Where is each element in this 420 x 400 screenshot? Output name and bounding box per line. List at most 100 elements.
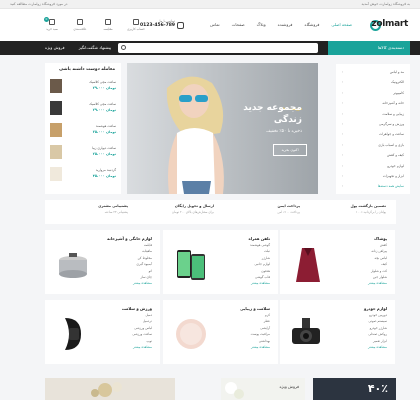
category-item[interactable]: ورزش و سرگرمی (379, 122, 404, 126)
category-card-link[interactable]: پیراهن زنانه (371, 249, 387, 253)
category-card-link[interactable]: لوازم جانبی (255, 262, 270, 266)
category-card-link[interactable]: کت و شلوار (371, 269, 387, 273)
category-card-link[interactable]: مخلوط کن (138, 256, 152, 260)
category-card-more-link[interactable]: مشاهده بیشتر (368, 281, 387, 285)
category-card-link[interactable]: اتو (149, 269, 152, 273)
nav-home[interactable]: صفحه اصلی (331, 22, 352, 27)
category-item[interactable]: ابزار و تجهیزات (383, 174, 404, 178)
category-card-link[interactable]: آبمیوه گیری (136, 262, 152, 266)
category-card-link[interactable]: ساعت ورزشی (132, 332, 152, 336)
special-item-price: ۲۵،۰۰۰ تومان (92, 152, 116, 156)
category-card-title[interactable]: ورزش و سلامت (122, 306, 152, 311)
category-item[interactable]: کامپیوتر (393, 91, 404, 95)
feature-free-shipping: ارسال و تحویل رایگان برای سفارش‌های بالای… (134, 204, 214, 214)
category-card-more-link[interactable]: مشاهده بیشتر (251, 345, 270, 349)
top-bar: در مورد فروشگاه زولمارت مطالعه کنید به ف… (0, 0, 420, 9)
hero-title-line1: مجموعه جدید (243, 103, 302, 113)
category-card-link[interactable]: لباس ورزشی (134, 326, 152, 330)
category-card-link[interactable]: چای ساز (140, 275, 152, 279)
heart-icon (77, 19, 83, 25)
category-item[interactable]: خانه و آشپزخانه (382, 101, 404, 105)
promo-banner-2[interactable]: فروش ویژه (221, 378, 305, 400)
category-card-link[interactable]: سیستم صوتی (369, 319, 387, 323)
promo-banner-3[interactable]: ۴۰٪ (313, 378, 396, 400)
special-item[interactable]: ساعت هوشمند ۳۵،۰۰۰ تومان (50, 122, 116, 144)
search-box[interactable] (118, 43, 318, 53)
category-menu-button[interactable]: دسته‌بندی کالاها (328, 41, 410, 55)
category-card-title[interactable]: سلامت و زیبایی (240, 306, 270, 311)
category-card-link[interactable]: قاب گوشی (255, 275, 270, 279)
category-card-link[interactable]: توپ (146, 339, 152, 343)
category-item[interactable]: الکترونیک (391, 80, 404, 84)
special-item[interactable]: ساعت مچی کلاسیک ۲۹،۰۰۰ تومان (50, 100, 116, 122)
category-card-link[interactable]: ابزار تعمیر (373, 339, 387, 343)
feature-support: پشتیبانی مشتری پشتیبانی ۲۴ ساعته (48, 204, 128, 214)
category-item[interactable]: کیف و کفش (387, 153, 404, 157)
category-card-link[interactable]: لباس بچه (375, 256, 387, 260)
category-card-link[interactable]: دمبل (145, 313, 152, 317)
special-item[interactable]: ساعت مچی کلاسیک ۲۹،۰۰۰ تومان (50, 78, 116, 100)
category-card-link[interactable]: گوشی هوشمند (250, 243, 270, 247)
nav-blog[interactable]: وبلاگ (257, 22, 266, 27)
category-card: تلفن همراه گوشی هوشمند تبلت شارژر لوازم جانب… (163, 230, 278, 294)
feature-title: پرداخت ایمن (277, 204, 300, 208)
category-card-title[interactable]: پوشاک (374, 236, 387, 241)
category-card-link[interactable]: مراقبت پوست (251, 332, 270, 336)
category-card-link[interactable]: کرم (265, 313, 270, 317)
category-card-link[interactable]: تبلت (264, 249, 270, 253)
category-item[interactable]: زیبایی و سلامت (382, 112, 404, 116)
category-item[interactable]: مد و لباس (390, 70, 404, 74)
nav-pages[interactable]: صفحات (232, 22, 245, 27)
category-item[interactable]: نمایش همه دسته‌ها (378, 184, 404, 188)
category-card-more-link[interactable]: مشاهده بیشتر (133, 345, 152, 349)
category-card-title[interactable]: تلفن همراه (248, 236, 270, 241)
category-card-link[interactable]: کیف (381, 262, 387, 266)
feature-secure-payment: پرداخت ایمن پرداخت ۱۰۰٪ امن (220, 204, 300, 214)
category-item[interactable]: لوازم خودرو (387, 164, 404, 168)
category-card-image (296, 248, 320, 282)
category-card-link[interactable]: قابلمه (144, 243, 152, 247)
category-item[interactable]: بازی و اسباب بازی (378, 143, 404, 147)
chevron-left-icon: ‹ (342, 142, 344, 147)
category-card-link[interactable]: دوربین خودرو (369, 313, 387, 317)
category-card-link[interactable]: بهداشتی (259, 339, 270, 343)
search-icon[interactable] (121, 45, 126, 50)
category-card-link[interactable]: روکش صندلی (368, 332, 387, 336)
category-card-link[interactable]: آرایشی (260, 326, 270, 330)
category-card-link[interactable]: هدفون (261, 269, 270, 273)
special-item[interactable]: گردنبند مروارید ۴۵،۰۰۰ تومان (50, 166, 116, 188)
category-card-link[interactable]: شلوار جین (373, 275, 387, 279)
cart-label: سبد خرید (46, 27, 58, 31)
category-card: لوازم خودرو دوربین خودرو سیستم صوتی شارژر خ… (280, 300, 395, 364)
category-card-link[interactable]: کفش (380, 243, 387, 247)
chevron-left-icon: ‹ (342, 163, 344, 168)
category-card-link[interactable]: شارژر خودرو (370, 326, 387, 330)
chevron-left-icon: ‹ (342, 80, 344, 85)
promo-banner-1[interactable] (45, 378, 175, 400)
nav-contact[interactable]: تماس (210, 22, 220, 27)
category-card-more-link[interactable]: مشاهده بیشتر (368, 345, 387, 349)
category-card-more-link[interactable]: مشاهده بیشتر (133, 281, 152, 285)
compare-button[interactable]: مقایسه (98, 19, 118, 31)
special-item[interactable]: ساعت دیواری زیبا ۲۵،۰۰۰ تومان (50, 144, 116, 166)
category-card-link[interactable]: ماهیتابه (142, 249, 152, 253)
offer-link-amazing[interactable]: پیشنهاد شگفت‌انگیز (79, 45, 112, 50)
offer-link-special[interactable]: فروش ویژه (45, 45, 65, 50)
topbar-left-text[interactable]: در مورد فروشگاه زولمارت مطالعه کنید (10, 2, 67, 6)
category-card-title[interactable]: لوازم خانگی و آشپزخانه (107, 236, 152, 241)
nav-shop[interactable]: فروشگاه (304, 22, 319, 27)
promo-image-flowers (91, 382, 122, 397)
special-item-price: ۳۵،۰۰۰ تومان (92, 130, 116, 134)
category-card-link[interactable]: عطر (264, 319, 270, 323)
category-card-title[interactable]: لوازم خودرو (364, 306, 387, 311)
account-button[interactable]: حساب کاربری (126, 19, 146, 31)
category-card-more-link[interactable]: مشاهده بیشتر (251, 281, 270, 285)
category-card-link[interactable]: شارژر (262, 256, 270, 260)
category-item[interactable]: ساعت و جواهرات (379, 132, 404, 136)
shop-now-button[interactable]: اکنون بخرید (273, 144, 307, 156)
wishlist-button[interactable]: علاقه‌مندی (70, 19, 90, 31)
nav-vendor[interactable]: فروشنده (278, 22, 293, 27)
category-card-link[interactable]: تردمیل (143, 319, 152, 323)
hero-banner[interactable]: فروشنده ها مجموعه جدید زندگی ذخیره تا ۵۰… (127, 63, 318, 194)
site-logo[interactable]: zolmart (366, 19, 408, 32)
